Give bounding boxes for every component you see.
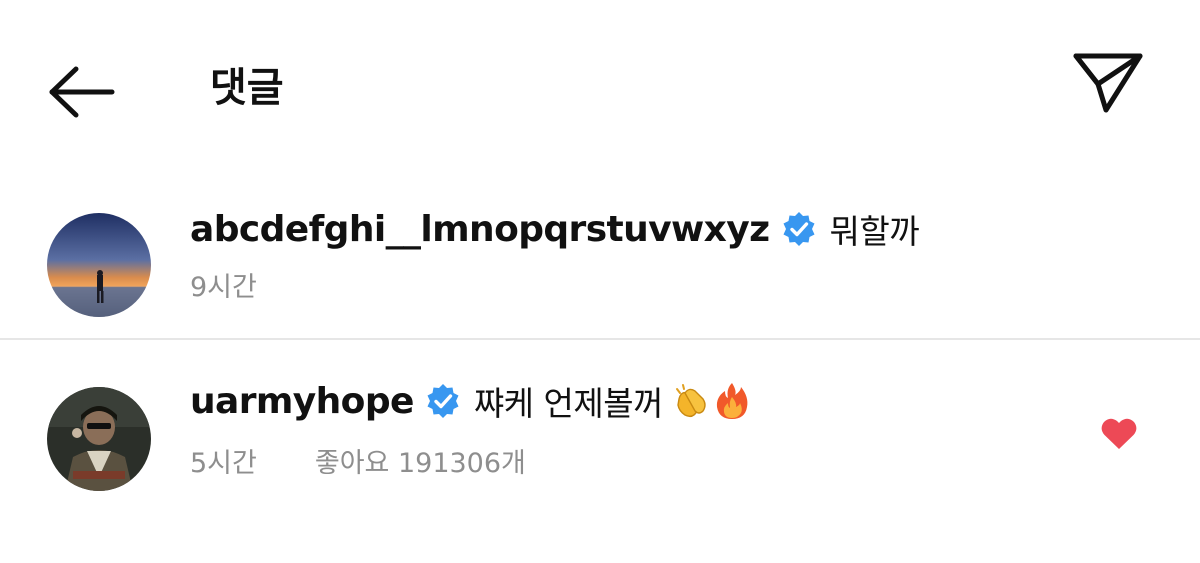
fire-emoji [713, 381, 751, 421]
comment-time: 5시간 [190, 447, 257, 479]
page-title: 댓글 [210, 65, 284, 111]
avatar-photo-person [47, 387, 151, 491]
comment-content: uarmyhope 쨔케 언제볼꺼 [190, 376, 751, 426]
comment-time: 9시간 [190, 271, 257, 303]
avatar[interactable] [47, 387, 151, 491]
arrow-left-icon [49, 66, 115, 118]
comment-username[interactable]: uarmyhope [190, 381, 414, 422]
like-button[interactable] [1100, 417, 1138, 451]
avatar-photo-sunset [47, 213, 151, 317]
comment-username[interactable]: abcdefghi__lmnopqrstuvwxyz [190, 209, 770, 250]
back-button[interactable] [44, 62, 118, 122]
paper-plane-icon [1073, 53, 1143, 113]
comment-likes[interactable]: 좋아요 191306개 [315, 441, 526, 480]
comment-text: 쨔케 언제볼꺼 [473, 384, 664, 423]
comment-item: uarmyhope 쨔케 언제볼꺼 5시간 좋아요 191306개 [0, 340, 1200, 510]
comment-text: 뭐할까 [829, 212, 920, 251]
comment-meta: 9시간 [190, 264, 257, 304]
heart-filled-icon [1101, 418, 1137, 449]
comment-content: abcdefghi__lmnopqrstuvwxyz 뭐할까 [190, 204, 920, 254]
share-button[interactable] [1070, 50, 1146, 116]
verified-badge-icon [424, 382, 462, 420]
header: 댓글 [0, 0, 1200, 180]
verified-badge-icon [780, 210, 818, 248]
comment-meta: 5시간 좋아요 191306개 [190, 440, 526, 480]
comment-item: abcdefghi__lmnopqrstuvwxyz 뭐할까 9시간 [0, 200, 1200, 338]
clapping-hands-emoji [671, 381, 711, 421]
avatar[interactable] [47, 213, 151, 317]
